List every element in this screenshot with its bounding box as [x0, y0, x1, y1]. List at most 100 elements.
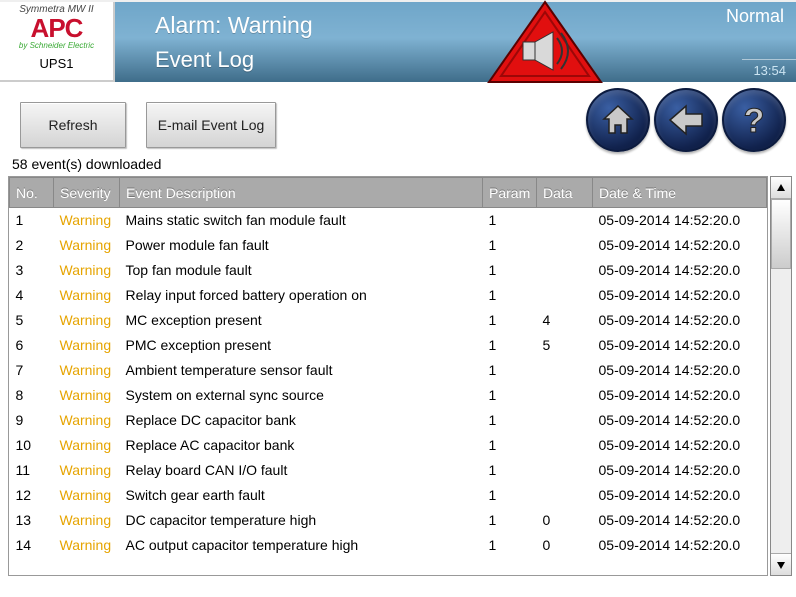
cell-datetime: 05-09-2014 14:52:20.0	[593, 508, 767, 533]
cell-datetime: 05-09-2014 14:52:20.0	[593, 333, 767, 358]
cell-datetime: 05-09-2014 14:52:20.0	[593, 358, 767, 383]
cell-datetime: 05-09-2014 14:52:20.0	[593, 233, 767, 258]
cell-description: Relay input forced battery operation on	[120, 283, 483, 308]
cell-datetime: 05-09-2014 14:52:20.0	[593, 458, 767, 483]
vertical-scrollbar[interactable]	[770, 176, 792, 576]
chevron-up-icon	[776, 183, 786, 193]
refresh-button[interactable]: Refresh	[20, 102, 126, 148]
cell-datetime: 05-09-2014 14:52:20.0	[593, 483, 767, 508]
cell-param: 1	[483, 333, 537, 358]
cell-no: 8	[10, 383, 54, 408]
cell-datetime: 05-09-2014 14:52:20.0	[593, 208, 767, 233]
cell-no: 5	[10, 308, 54, 333]
cell-param: 1	[483, 483, 537, 508]
cell-severity: Warning	[54, 483, 120, 508]
cell-description: PMC exception present	[120, 333, 483, 358]
col-header-data[interactable]: Data	[537, 178, 593, 208]
table-row[interactable]: 1WarningMains static switch fan module f…	[10, 208, 767, 233]
cell-severity: Warning	[54, 208, 120, 233]
cell-param: 1	[483, 208, 537, 233]
table-row[interactable]: 13WarningDC capacitor temperature high10…	[10, 508, 767, 533]
cell-description: MC exception present	[120, 308, 483, 333]
cell-severity: Warning	[54, 333, 120, 358]
cell-data	[537, 408, 593, 433]
table-row[interactable]: 7WarningAmbient temperature sensor fault…	[10, 358, 767, 383]
table-row[interactable]: 14WarningAC output capacitor temperature…	[10, 533, 767, 558]
svg-text:?: ?	[744, 102, 765, 138]
cell-datetime: 05-09-2014 14:52:20.0	[593, 258, 767, 283]
cell-description: System on external sync source	[120, 383, 483, 408]
cell-datetime: 05-09-2014 14:52:20.0	[593, 308, 767, 333]
back-button[interactable]	[654, 88, 718, 152]
col-header-param[interactable]: Param	[483, 178, 537, 208]
cell-severity: Warning	[54, 258, 120, 283]
scroll-down-button[interactable]	[771, 553, 791, 575]
col-header-description[interactable]: Event Description	[120, 178, 483, 208]
cell-description: Top fan module fault	[120, 258, 483, 283]
cell-param: 1	[483, 508, 537, 533]
alarm-speaker-icon	[485, 0, 605, 86]
cell-severity: Warning	[54, 233, 120, 258]
cell-data	[537, 458, 593, 483]
clock: 13:54	[753, 63, 786, 78]
cell-datetime: 05-09-2014 14:52:20.0	[593, 533, 767, 558]
cell-param: 1	[483, 283, 537, 308]
scroll-thumb[interactable]	[771, 199, 791, 269]
table-row[interactable]: 12WarningSwitch gear earth fault105-09-2…	[10, 483, 767, 508]
table-row[interactable]: 2WarningPower module fan fault105-09-201…	[10, 233, 767, 258]
brand-logo: APC	[31, 17, 83, 39]
home-button[interactable]	[586, 88, 650, 152]
table-row[interactable]: 11WarningRelay board CAN I/O fault105-09…	[10, 458, 767, 483]
cell-description: Replace AC capacitor bank	[120, 433, 483, 458]
cell-data: 5	[537, 333, 593, 358]
cell-description: AC output capacitor temperature high	[120, 533, 483, 558]
col-header-datetime[interactable]: Date & Time	[593, 178, 767, 208]
nav-icons: ?	[586, 88, 786, 152]
cell-no: 4	[10, 283, 54, 308]
table-row[interactable]: 10WarningReplace AC capacitor bank105-09…	[10, 433, 767, 458]
event-table: No. Severity Event Description Param Dat…	[9, 177, 767, 558]
table-row[interactable]: 3WarningTop fan module fault1 05-09-2014 …	[10, 258, 767, 283]
event-table-container: No. Severity Event Description Param Dat…	[8, 176, 768, 576]
email-event-log-button[interactable]: E-mail Event Log	[146, 102, 276, 148]
cell-no: 7	[10, 358, 54, 383]
cell-data: 0	[537, 533, 593, 558]
cell-param: 1	[483, 358, 537, 383]
cell-datetime: 05-09-2014 14:52:20.0	[593, 283, 767, 308]
ups-label: UPS1	[40, 56, 74, 71]
cell-param: 1	[483, 458, 537, 483]
header: Symmetra MW II APC by Schneider Electric…	[0, 0, 796, 82]
cell-description: Switch gear earth fault	[120, 483, 483, 508]
cell-no: 3	[10, 258, 54, 283]
help-button[interactable]: ?	[722, 88, 786, 152]
scroll-track[interactable]	[771, 199, 791, 553]
cell-data	[537, 283, 593, 308]
cell-severity: Warning	[54, 458, 120, 483]
col-header-no[interactable]: No.	[10, 178, 54, 208]
table-row[interactable]: 4WarningRelay input forced battery opera…	[10, 283, 767, 308]
cell-param: 1	[483, 433, 537, 458]
brand-byline: by Schneider Electric	[19, 41, 94, 50]
arrow-left-icon	[666, 102, 706, 138]
cell-data: 0	[537, 508, 593, 533]
cell-no: 1	[10, 208, 54, 233]
table-row[interactable]: 9WarningReplace DC capacitor bank105-09-…	[10, 408, 767, 433]
table-row[interactable]: 5WarningMC exception present1405-09-2014…	[10, 308, 767, 333]
cell-data	[537, 483, 593, 508]
cell-param: 1	[483, 258, 537, 283]
table-row[interactable]: 6WarningPMC exception present1505-09-201…	[10, 333, 767, 358]
cell-no: 9	[10, 408, 54, 433]
cell-severity: Warning	[54, 283, 120, 308]
cell-param: 1	[483, 533, 537, 558]
col-header-severity[interactable]: Severity	[54, 178, 120, 208]
cell-param: 1	[483, 383, 537, 408]
cell-description: Power module fan fault	[120, 233, 483, 258]
table-header-row: No. Severity Event Description Param Dat…	[10, 178, 767, 208]
cell-data	[537, 208, 593, 233]
cell-param: 1	[483, 408, 537, 433]
scroll-up-button[interactable]	[771, 177, 791, 199]
header-main: Alarm: Warning Event Log Normal 13:54	[115, 2, 796, 82]
table-row[interactable]: 8WarningSystem on external sync source1 0…	[10, 383, 767, 408]
cell-datetime: 05-09-2014 14:52:20.0	[593, 383, 767, 408]
cell-severity: Warning	[54, 383, 120, 408]
